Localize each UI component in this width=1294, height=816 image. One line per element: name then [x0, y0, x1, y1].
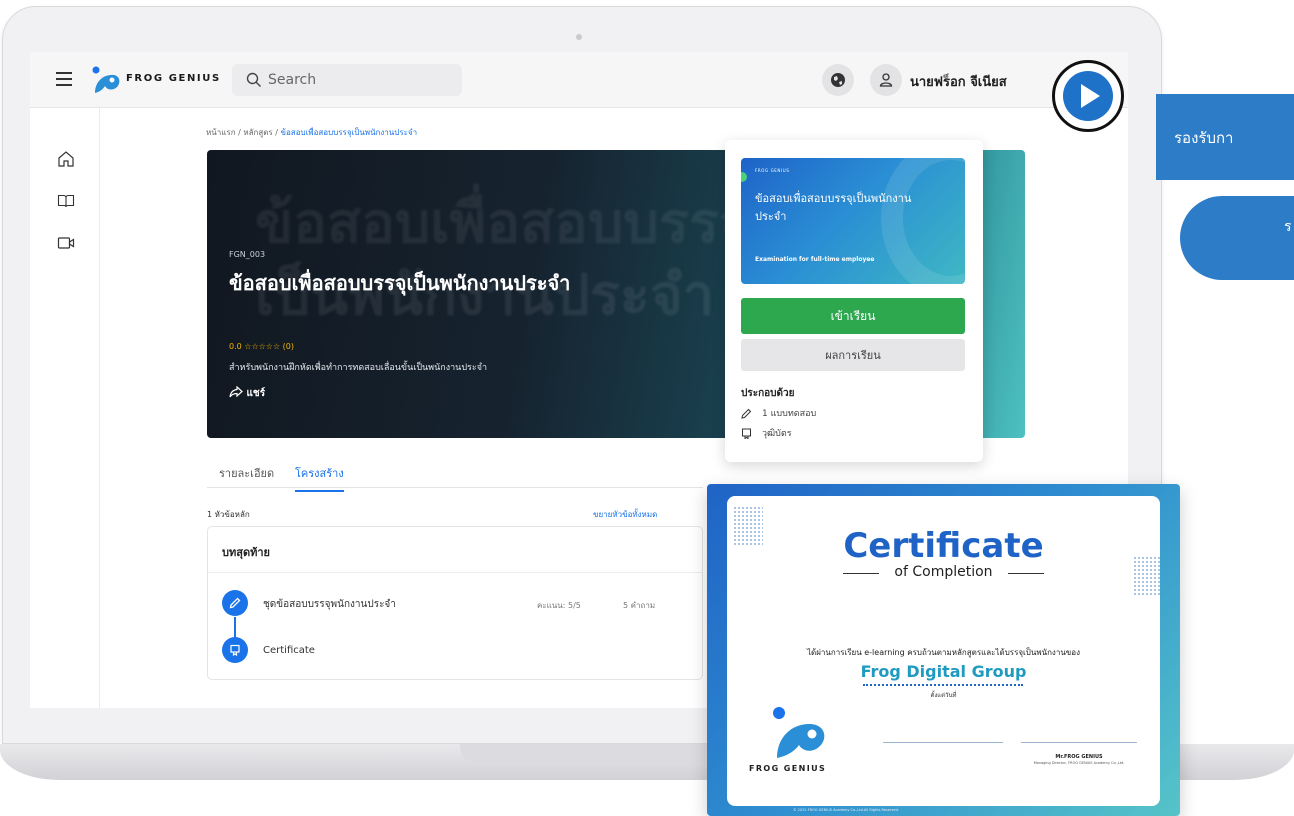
breadcrumb-home[interactable]: หน้าแรก — [206, 128, 236, 137]
certificate-paper: Certificate of Completion ได้ผ่านการเรีย… — [727, 496, 1160, 806]
course-code: FGN_003 — [229, 250, 266, 259]
module-title[interactable]: บทสุดท้าย — [208, 527, 702, 573]
certificate-body: ได้ผ่านการเรียน e-learning ครบถ้วนตามหลั… — [807, 648, 1080, 657]
lesson-questions: 5 คำถาม — [623, 601, 656, 610]
book-icon[interactable] — [57, 192, 75, 210]
search-input[interactable] — [268, 68, 448, 92]
signer-name: Mr.FROG GENIUS — [1055, 754, 1103, 760]
certificate-organization: Frog Digital Group — [860, 662, 1027, 681]
breadcrumb-current: ข้อสอบเพื่อสอบบรรจุเป็นพนักงานประจำ — [280, 128, 418, 137]
feature-banner-text: รองรับกา — [1174, 129, 1234, 147]
frog-logo-icon — [92, 66, 120, 93]
camera-dot — [576, 34, 582, 40]
share-label: แชร์ — [246, 388, 266, 399]
certificate-title: Certificate — [843, 526, 1044, 566]
top-bar: FROG GENIUS นายฟร็อก จีเนียส — [30, 52, 1128, 108]
divider — [1008, 573, 1044, 574]
thumbnail-brand: FROG GENIUS — [755, 168, 790, 173]
page: FROG GENIUS นายฟร็อก จีเนียส หน้าแรก / ห… — [0, 0, 1294, 816]
brand-name: FROG GENIUS — [126, 73, 221, 84]
course-tabs: รายละเอียด โครงสร้าง — [207, 462, 703, 492]
menu-icon[interactable] — [56, 72, 72, 86]
certificate-step-icon — [222, 637, 248, 663]
share-icon — [229, 385, 243, 398]
course-description: สำหรับพนักงานฝึกหัดเพื่อทำการทดสอบเลื่อน… — [229, 363, 488, 373]
lesson-score: คะแนน: 5/5 — [537, 601, 581, 610]
certificate-brand: FROG GENIUS — [749, 764, 827, 773]
breadcrumb: หน้าแรก / หลักสูตร / ข้อสอบเพื่อสอบบรรจุ… — [206, 126, 417, 139]
frog-logo-icon — [773, 707, 825, 758]
share-button[interactable]: แชร์ — [229, 385, 266, 401]
feature-banner: รองรับกา — [1156, 94, 1294, 180]
pencil-icon — [741, 408, 752, 419]
thumbnail-dot — [741, 172, 747, 182]
includes-item-label: 1 แบบทดสอบ — [762, 409, 817, 419]
breadcrumb-courses[interactable]: หลักสูตร — [243, 128, 272, 137]
play-icon — [1063, 71, 1113, 121]
certificate-date-label: ตั้งแต่วันที่ — [930, 692, 957, 699]
signature-line — [1021, 742, 1137, 743]
play-video-button[interactable] — [1052, 60, 1124, 132]
search-box[interactable] — [232, 64, 462, 96]
home-icon[interactable] — [57, 150, 75, 168]
course-card: FROG GENIUS ข้อสอบเพื่อสอบบรรจุเป็นพนักง… — [725, 140, 983, 462]
course-title: ข้อสอบเพื่อสอบบรรจุเป็นพนักงานประจำ — [229, 271, 571, 295]
cta-pill[interactable]: ร — [1180, 196, 1294, 280]
signer-role: Managing Director, FROG GENIUS Academy C… — [1033, 761, 1125, 765]
results-button[interactable]: ผลการเรียน — [741, 339, 965, 371]
course-rating: 0.0 ☆☆☆☆☆ (0) — [229, 342, 294, 351]
dotted-divider — [863, 684, 1023, 686]
thumbnail-title: ข้อสอบเพื่อสอบบรรจุเป็นพนักงานประจำ — [755, 192, 912, 223]
module-card: บทสุดท้าย ชุดข้อสอบบรรจุพนักงานประจำ คะแ… — [207, 526, 703, 680]
lesson-label[interactable]: ชุดข้อสอบบรรจุพนักงานประจำ — [263, 597, 396, 612]
includes-item: วุฒิบัตร — [741, 426, 792, 440]
signature-line — [883, 742, 1003, 743]
certificate-footer: © 2022 FROG GENIUS Academy Co.,Ltd.All R… — [793, 808, 899, 812]
sidebar — [30, 108, 100, 708]
user-name[interactable]: นายฟร็อก จีเนียส — [910, 71, 1007, 92]
certificate-subtitle: of Completion — [894, 564, 993, 580]
cta-pill-text: ร — [1284, 219, 1292, 235]
certificate-icon — [742, 428, 751, 439]
search-icon — [246, 72, 261, 87]
certificate-card: Certificate of Completion ได้ผ่านการเรีย… — [707, 484, 1180, 816]
globe-icon — [831, 73, 845, 87]
lesson-label[interactable]: Certificate — [263, 645, 315, 656]
tab-structure[interactable]: โครงสร้าง — [295, 464, 344, 492]
includes-item: 1 แบบทดสอบ — [741, 406, 816, 420]
user-button[interactable] — [870, 64, 902, 96]
thumbnail-subtitle: Examination for full-time employee — [755, 256, 875, 263]
quiz-step-icon — [222, 590, 248, 616]
video-icon[interactable] — [57, 234, 75, 252]
course-thumbnail: FROG GENIUS ข้อสอบเพื่อสอบบรรจุเป็นพนักง… — [741, 158, 965, 284]
enter-course-button[interactable]: เข้าเรียน — [741, 298, 965, 334]
user-icon — [879, 73, 893, 87]
expand-all-link[interactable]: ขยายหัวข้อทั้งหมด — [593, 508, 657, 521]
tab-details[interactable]: รายละเอียด — [219, 464, 274, 490]
topics-count: 1 หัวข้อหลัก — [207, 510, 250, 519]
includes-item-label: วุฒิบัตร — [762, 429, 792, 439]
includes-heading: ประกอบด้วย — [741, 388, 795, 399]
language-button[interactable] — [822, 64, 854, 96]
